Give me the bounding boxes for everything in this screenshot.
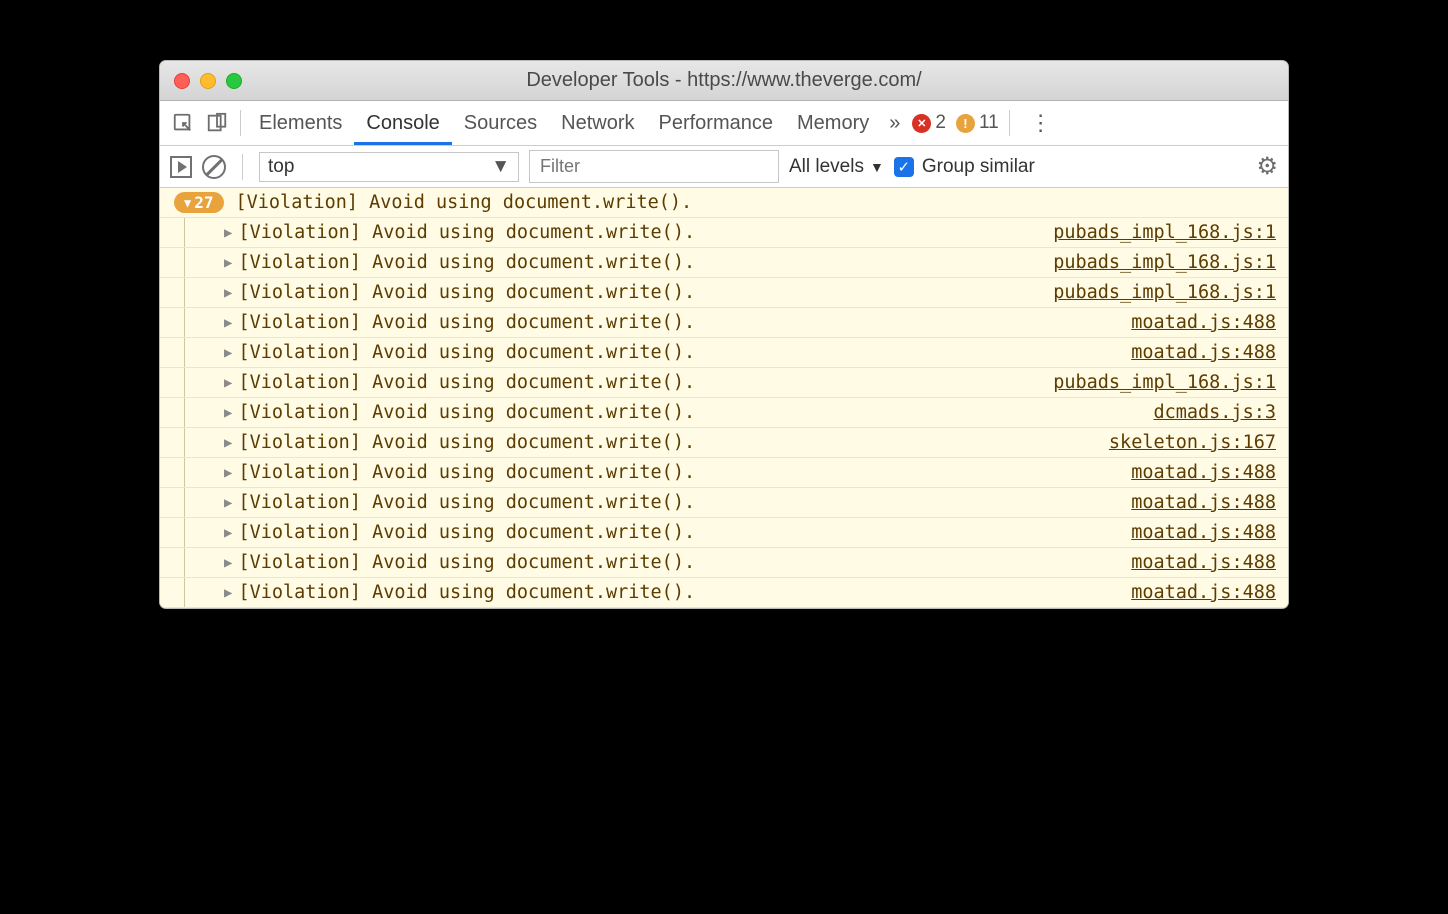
group-similar-label: Group similar	[922, 156, 1035, 178]
console-message-row[interactable]: ▶ [Violation] Avoid using document.write(…	[160, 578, 1288, 608]
source-link[interactable]: pubads_impl_168.js:1	[1053, 282, 1276, 303]
console-message-row[interactable]: ▶ [Violation] Avoid using document.write(…	[160, 338, 1288, 368]
expand-icon: ▶	[224, 255, 232, 271]
device-toolbar-icon[interactable]	[200, 112, 234, 134]
message-text: [Violation] Avoid using document.write()…	[238, 432, 695, 453]
titlebar: Developer Tools - https://www.theverge.c…	[160, 61, 1288, 101]
source-link[interactable]: moatad.js:488	[1131, 312, 1276, 333]
console-toolbar: top ▼ All levels ▼ Group similar ⚙	[160, 146, 1288, 188]
expand-icon: ▶	[224, 525, 232, 541]
console-settings-icon[interactable]: ⚙	[1256, 152, 1278, 181]
console-message-row[interactable]: ▶ [Violation] Avoid using document.write(…	[160, 458, 1288, 488]
expand-icon: ▶	[224, 435, 232, 451]
error-icon	[912, 114, 931, 133]
expand-icon: ▶	[224, 465, 232, 481]
message-text: [Violation] Avoid using document.write()…	[238, 282, 695, 303]
message-text: [Violation] Avoid using document.write()…	[238, 372, 695, 393]
source-link[interactable]: dcmads.js:3	[1153, 402, 1276, 423]
warning-icon	[956, 114, 975, 133]
chevron-down-icon: ▼	[870, 159, 884, 175]
zoom-window-button[interactable]	[226, 73, 242, 89]
tab-sources[interactable]: Sources	[452, 101, 549, 145]
message-text: [Violation] Avoid using document.write()…	[238, 492, 695, 513]
console-message-row[interactable]: ▶ [Violation] Avoid using document.write(…	[160, 368, 1288, 398]
console-group-header[interactable]: 27 [Violation] Avoid using document.writ…	[160, 188, 1288, 218]
chevron-down-icon: ▼	[491, 156, 510, 178]
expand-icon: ▶	[224, 585, 232, 601]
console-message-row[interactable]: ▶ [Violation] Avoid using document.write(…	[160, 218, 1288, 248]
error-warning-counts[interactable]: 2 11	[912, 112, 998, 134]
source-link[interactable]: moatad.js:488	[1131, 582, 1276, 603]
expand-icon: ▶	[224, 555, 232, 571]
expand-icon: ▶	[224, 405, 232, 421]
source-link[interactable]: moatad.js:488	[1131, 462, 1276, 483]
window-title: Developer Tools - https://www.theverge.c…	[160, 69, 1288, 92]
console-output: 27 [Violation] Avoid using document.writ…	[160, 188, 1288, 608]
error-count: 2	[935, 112, 946, 134]
message-text: [Violation] Avoid using document.write()…	[238, 402, 695, 423]
clear-console-button[interactable]	[202, 155, 226, 179]
expand-icon: ▶	[224, 375, 232, 391]
close-window-button[interactable]	[174, 73, 190, 89]
tab-elements[interactable]: Elements	[247, 101, 354, 145]
message-text: [Violation] Avoid using document.write()…	[238, 312, 695, 333]
tab-performance[interactable]: Performance	[647, 101, 786, 145]
traffic-lights	[160, 73, 242, 89]
tab-network[interactable]: Network	[549, 101, 646, 145]
source-link[interactable]: moatad.js:488	[1131, 492, 1276, 513]
expand-icon: ▶	[224, 315, 232, 331]
console-message-row[interactable]: ▶ [Violation] Avoid using document.write(…	[160, 548, 1288, 578]
source-link[interactable]: pubads_impl_168.js:1	[1053, 222, 1276, 243]
message-text: [Violation] Avoid using document.write()…	[238, 342, 695, 363]
group-similar-checkbox[interactable]	[894, 157, 914, 177]
tab-memory[interactable]: Memory	[785, 101, 881, 145]
tab-console[interactable]: Console	[354, 101, 451, 145]
context-selector[interactable]: top ▼	[259, 152, 519, 182]
expand-icon: ▶	[224, 285, 232, 301]
source-link[interactable]: moatad.js:488	[1131, 342, 1276, 363]
minimize-window-button[interactable]	[200, 73, 216, 89]
message-text: [Violation] Avoid using document.write()…	[238, 252, 695, 273]
console-message-row[interactable]: ▶ [Violation] Avoid using document.write(…	[160, 398, 1288, 428]
message-text: [Violation] Avoid using document.write()…	[238, 582, 695, 603]
message-text: [Violation] Avoid using document.write()…	[238, 462, 695, 483]
separator	[242, 154, 243, 180]
console-message-row[interactable]: ▶ [Violation] Avoid using document.write(…	[160, 248, 1288, 278]
group-count-badge: 27	[174, 192, 224, 213]
group-message: [Violation] Avoid using document.write()…	[236, 192, 693, 213]
expand-icon: ▶	[224, 225, 232, 241]
filter-input[interactable]	[529, 150, 779, 183]
console-message-row[interactable]: ▶ [Violation] Avoid using document.write(…	[160, 488, 1288, 518]
separator	[240, 110, 241, 136]
log-levels-selector[interactable]: All levels ▼	[789, 156, 884, 178]
message-text: [Violation] Avoid using document.write()…	[238, 222, 695, 243]
console-message-row[interactable]: ▶ [Violation] Avoid using document.write(…	[160, 278, 1288, 308]
source-link[interactable]: moatad.js:488	[1131, 522, 1276, 543]
console-message-row[interactable]: ▶ [Violation] Avoid using document.write(…	[160, 518, 1288, 548]
expand-icon: ▶	[224, 495, 232, 511]
console-message-row[interactable]: ▶ [Violation] Avoid using document.write(…	[160, 428, 1288, 458]
source-link[interactable]: skeleton.js:167	[1109, 432, 1276, 453]
separator	[1009, 110, 1010, 136]
source-link[interactable]: pubads_impl_168.js:1	[1053, 252, 1276, 273]
source-link[interactable]: moatad.js:488	[1131, 552, 1276, 573]
more-tabs-button[interactable]: »	[881, 112, 908, 135]
warning-count: 11	[979, 112, 999, 134]
expand-icon: ▶	[224, 345, 232, 361]
devtools-window: Developer Tools - https://www.theverge.c…	[159, 60, 1289, 609]
message-text: [Violation] Avoid using document.write()…	[238, 552, 695, 573]
source-link[interactable]: pubads_impl_168.js:1	[1053, 372, 1276, 393]
inspect-element-icon[interactable]	[166, 112, 200, 134]
levels-label: All levels	[789, 156, 864, 178]
show-console-sidebar-button[interactable]	[170, 156, 192, 178]
context-value: top	[268, 156, 294, 178]
tab-bar: ElementsConsoleSourcesNetworkPerformance…	[160, 101, 1288, 146]
message-text: [Violation] Avoid using document.write()…	[238, 522, 695, 543]
settings-menu-button[interactable]: ⋮	[1016, 110, 1066, 136]
console-message-row[interactable]: ▶ [Violation] Avoid using document.write(…	[160, 308, 1288, 338]
